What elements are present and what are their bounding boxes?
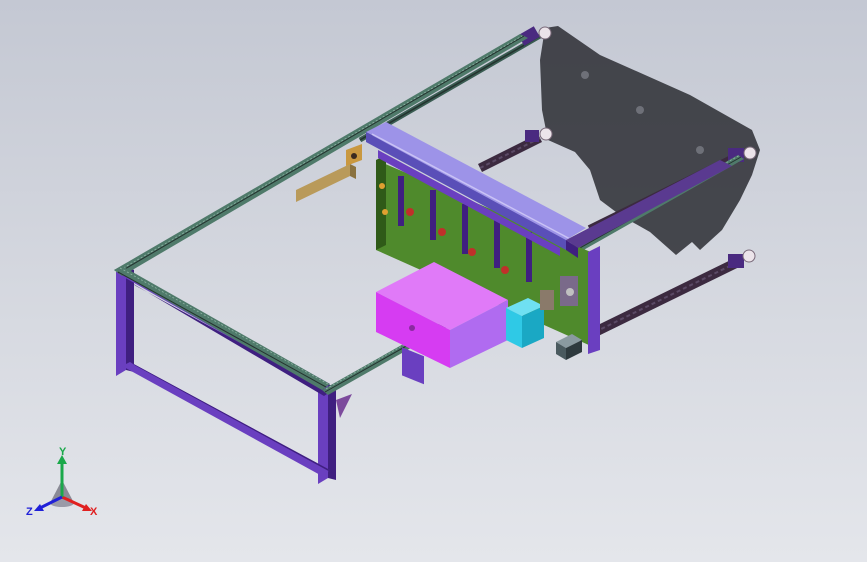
rear-rod-top[interactable] (358, 26, 552, 143)
knob-icon[interactable] (743, 146, 757, 160)
shadow-hole (696, 146, 704, 154)
knob-icon[interactable] (539, 127, 553, 141)
y-axis-label: Y (59, 446, 67, 458)
cad-viewport[interactable]: Y X Z (0, 0, 867, 562)
x-axis-label: X (90, 506, 98, 518)
shadow-hole (581, 71, 589, 79)
shadow-hole (636, 106, 644, 114)
front-frame[interactable] (116, 266, 352, 484)
knob-icon[interactable] (742, 249, 756, 263)
knob-icon[interactable] (538, 26, 552, 40)
model-shadow (540, 26, 760, 255)
rear-rod-right-bottom[interactable] (592, 249, 756, 337)
axis-triad[interactable]: Y X Z (22, 445, 112, 525)
cyan-block[interactable] (506, 298, 544, 348)
connector-block[interactable] (556, 334, 582, 360)
box-screw-icon (409, 325, 415, 331)
assembly-model[interactable] (0, 0, 867, 562)
z-axis-label: Z (26, 506, 33, 518)
rear-rod-middle[interactable] (477, 127, 553, 173)
